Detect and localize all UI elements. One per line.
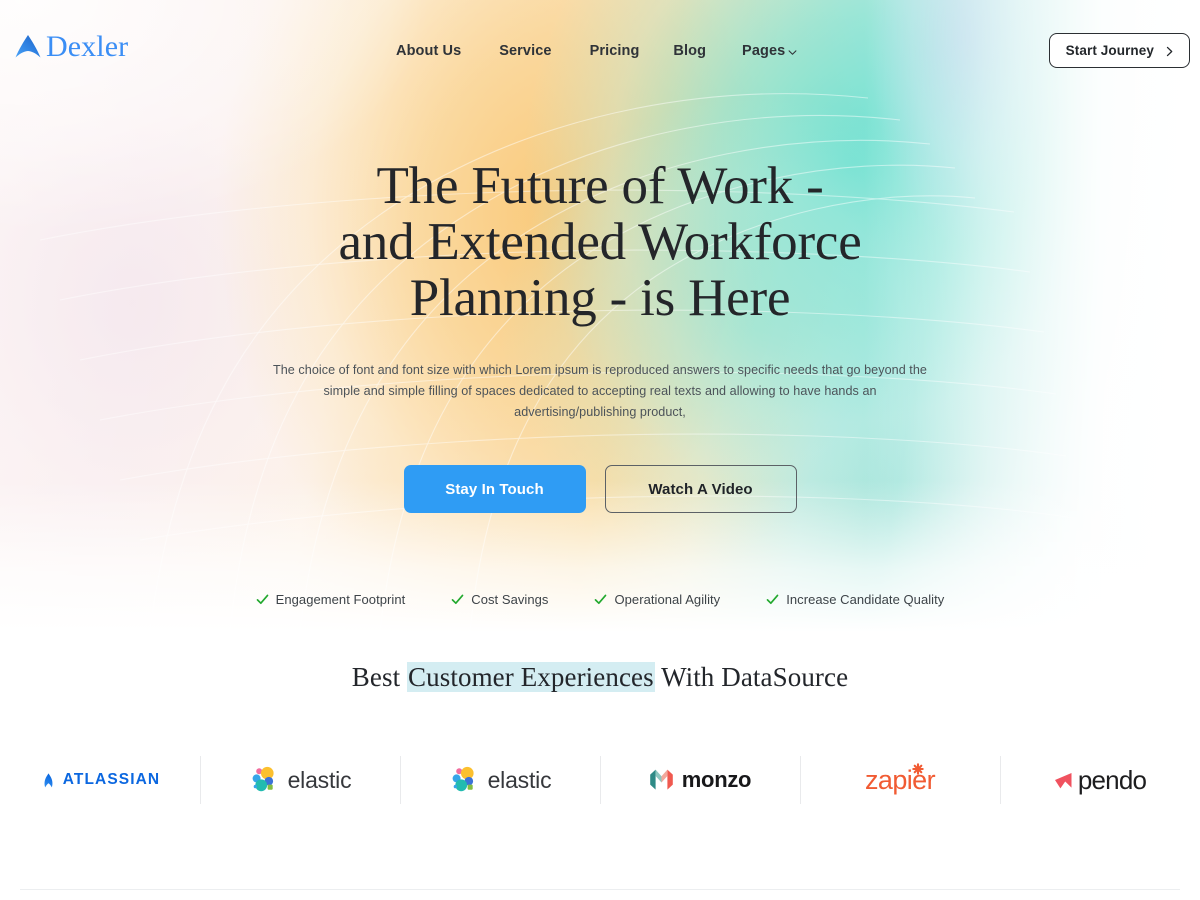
brand-logo[interactable]: Dexler [14,32,128,62]
check-icon [594,593,607,606]
main-navigation: About Us Service Pricing Blog Pages [396,40,797,62]
nav-label: About Us [396,43,462,59]
pendo-wordmark: pendo [1077,764,1147,795]
feature-label: Engagement Footprint [275,592,406,607]
monzo-wordmark: monzo [681,767,752,792]
start-journey-button[interactable]: Start Journey [1048,33,1190,68]
feature-label: Operational Agility [614,592,721,607]
page-title: The Future of Work - and Extended Workfo… [0,158,1200,326]
client-logo-elastic: elastic [200,756,400,804]
nav-label: Pricing [589,43,640,59]
nav-label: Blog [673,43,707,59]
clients-title-highlight: Customer Experiences [407,662,655,692]
nav-item-pages[interactable]: Pages [742,40,797,62]
zapier-asterisk-icon [912,762,924,775]
hero-subtitle: The choice of font and font size with wh… [273,363,927,419]
feature-item: Cost Savings [451,592,548,607]
feature-label: Increase Candidate Quality [786,592,945,607]
client-logo-elastic: elastic [400,756,600,804]
dexler-arrow-icon [14,32,42,62]
monzo-mark-icon [649,767,674,793]
brand-name: Dexler [46,30,129,63]
nav-label: Service [499,43,552,59]
hero-title-line: The Future of Work - [376,157,824,215]
start-journey-label: Start Journey [1065,43,1154,58]
watch-a-video-button[interactable]: Watch A Video [604,465,797,513]
stay-in-touch-button[interactable]: Stay In Touch [403,465,586,513]
feature-label: Cost Savings [471,592,549,607]
feature-item: Operational Agility [594,592,720,607]
feature-item: Engagement Footprint [256,592,406,607]
landing-page: Dexler About Us Service Pricing Blog Pag… [0,0,1200,900]
chevron-right-icon [1164,45,1175,57]
elastic-mark-icon [449,765,479,795]
client-logo-monzo: monzo [600,756,800,804]
atlassian-mark-icon [40,772,57,789]
check-icon [256,593,269,606]
nav-item-pricing[interactable]: Pricing [590,40,640,62]
chevron-down-icon [788,48,797,57]
page-bottom-divider [20,889,1180,890]
elastic-mark-icon [249,765,279,795]
elastic-wordmark: elastic [487,766,552,793]
elastic-wordmark: elastic [287,766,352,793]
nav-item-about-us[interactable]: About Us [396,40,461,62]
atlassian-wordmark: ATLASSIAN [62,771,161,788]
site-header: Dexler About Us Service Pricing Blog Pag… [0,0,1200,100]
client-logo-zapier: zapier [800,756,1000,804]
pendo-mark-icon [1054,770,1077,791]
check-icon [766,593,779,606]
feature-item: Increase Candidate Quality [766,592,944,607]
nav-label: Pages [742,43,786,59]
clients-title-before: Best [351,662,408,692]
client-logo-atlassian: ATLASSIAN [0,756,200,804]
clients-section: Best Customer Experiences With DataSourc… [0,660,1200,804]
nav-item-service[interactable]: Service [499,40,551,62]
clients-title-after: With DataSource [654,662,849,692]
hero-cta-group: Stay In Touch Watch A Video [0,465,1200,513]
client-logo-pendo: pendo [1000,756,1200,804]
clients-section-title: Best Customer Experiences With DataSourc… [0,660,1200,694]
check-icon [451,593,464,606]
client-logo-strip: ATLASSIAN elastic elastic monzo zapier p… [0,750,1200,810]
hero-feature-list: Engagement Footprint Cost Savings Operat… [0,592,1200,607]
zapier-wordmark: zapier [865,764,936,795]
nav-item-blog[interactable]: Blog [673,40,706,62]
hero-title-line: and Extended Workforce [338,213,862,271]
hero-title-line: Planning - is Here [409,269,791,327]
